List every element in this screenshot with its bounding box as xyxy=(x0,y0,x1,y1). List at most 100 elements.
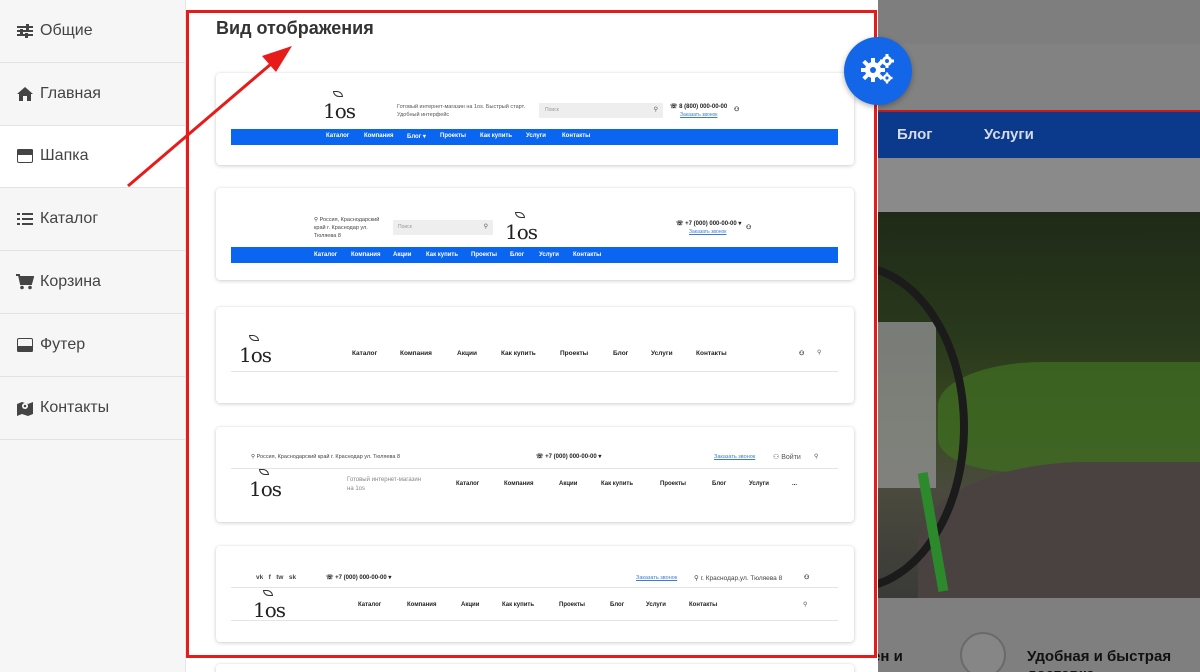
sidebar-item-label: Каталог xyxy=(40,210,99,228)
header-variant-2[interactable]: ⚲ Россия, Краснодарский край г. Краснода… xyxy=(216,188,854,280)
bg-nav-item: Услуги xyxy=(984,126,1034,143)
facebook-icon: f xyxy=(268,574,271,581)
nav-item: Компания xyxy=(351,252,381,258)
nav-item: Контакты xyxy=(696,350,727,357)
sidebar-item-label: Общие xyxy=(40,21,93,39)
nav-item: Как купить xyxy=(480,133,513,139)
nav-item: Контакты xyxy=(562,133,591,139)
nav-item: Проекты xyxy=(440,133,467,139)
phone: ☏ +7 (000) 000-00-00 ▾ xyxy=(536,454,602,460)
search-icon[interactable]: ⚲ xyxy=(803,601,807,608)
settings-toggle-button[interactable] xyxy=(844,37,912,105)
callback-link[interactable]: Заказать звонок xyxy=(636,575,677,581)
gears-icon xyxy=(861,53,895,89)
search-icon: ⚲ xyxy=(483,224,488,230)
sliders-icon xyxy=(16,22,34,40)
user-icon[interactable]: ⚇ xyxy=(804,574,809,581)
bg-searchbar xyxy=(878,44,1200,110)
login-link[interactable]: ⚇ Войти xyxy=(773,453,801,461)
bg-feature-text: Удобная и быстрая доставка xyxy=(1027,648,1172,672)
header-variant-3[interactable]: 1os Каталог Компания Акции Как купить Пр… xyxy=(216,307,854,403)
phone: ☏ 8 (800) 000-00-00 xyxy=(670,104,728,110)
phone: ☏ +7 (000) 000-00-00 ▾ xyxy=(676,221,742,227)
nav-item: Каталог xyxy=(358,602,382,608)
nav-item: Проекты xyxy=(471,252,498,258)
sidebar-item-label: Футер xyxy=(40,335,86,353)
nav-item: Компания xyxy=(504,481,534,487)
bg-features: ен и Удобная и быстрая доставка xyxy=(878,598,1200,672)
header-variant-5[interactable]: vk f tw sk ☏ +7 (000) 000-00-00 ▾ Заказа… xyxy=(216,546,854,642)
address: ⚲ г. Краснодар,ул. Тюляева 8 xyxy=(694,575,783,582)
sidebar-item-header[interactable]: Шапка xyxy=(0,125,185,189)
logo: 1os xyxy=(253,590,286,622)
twitter-icon: tw xyxy=(276,574,284,581)
callback-link[interactable]: Заказать звонок xyxy=(689,229,726,235)
location-icon: ⚲ xyxy=(694,575,699,582)
truck-icon xyxy=(960,632,1006,672)
bg-feature-partial-text: ен и xyxy=(878,648,903,665)
nav-item: Проекты xyxy=(559,602,586,608)
logo: 1os xyxy=(505,212,538,244)
search-input[interactable]: Поиск ⚲ xyxy=(539,103,663,118)
search-input[interactable]: Поиск ⚲ xyxy=(393,220,493,235)
nav-item: Блог xyxy=(610,602,625,608)
callback-link[interactable]: Заказать звонок xyxy=(714,454,755,460)
sidebar-item-label: Шапка xyxy=(40,147,89,165)
nav-item: Контакты xyxy=(689,602,718,608)
callback-link[interactable]: Заказать звонок xyxy=(680,112,717,118)
bg-hero-image xyxy=(878,212,1200,598)
search-icon[interactable]: ⚲ xyxy=(817,349,821,356)
sidebar-item-label: Контакты xyxy=(40,398,110,416)
sidebar-item-main[interactable]: Главная xyxy=(0,63,185,126)
address: ⚲ Россия, Краснодарский край г. Краснода… xyxy=(314,217,380,239)
nav-item: Блог xyxy=(613,350,629,357)
nav-item: Проекты xyxy=(560,350,589,357)
nav-item: Услуги xyxy=(539,252,559,258)
user-icon[interactable]: ⚇ xyxy=(734,106,739,113)
search-icon: ⚲ xyxy=(653,107,658,113)
nav-item: Акции xyxy=(457,350,477,357)
nav-item: Акции xyxy=(559,481,578,487)
sidebar-item-cart[interactable]: Корзина xyxy=(0,251,185,314)
nav-item: Каталог xyxy=(314,252,338,258)
background-website: Блог Услуги ен и Удобная и быстрая доста… xyxy=(878,0,1200,672)
sidebar-item-general[interactable]: Общие xyxy=(0,0,185,63)
nav-item: Контакты xyxy=(573,252,602,258)
nav-item: Услуги xyxy=(646,602,666,608)
header-variant-1[interactable]: 1os Готовый интернет-магазин на 1os. Быс… xyxy=(216,73,854,165)
nav-item: Каталог xyxy=(352,350,378,357)
social-icons: vk f tw sk xyxy=(256,574,296,581)
list-icon xyxy=(16,210,34,228)
nav-item: Как купить xyxy=(426,252,459,258)
user-icon[interactable]: ⚇ xyxy=(799,350,804,357)
nav-item: Блог ▾ xyxy=(407,134,426,140)
sidebar-item-catalog[interactable]: Каталог xyxy=(0,188,185,252)
nav-item: Блог xyxy=(510,252,525,258)
sidebar-item-footer[interactable]: Футер xyxy=(0,314,185,377)
nav-item: Услуги xyxy=(651,350,673,357)
skype-icon: sk xyxy=(288,574,297,581)
address: ⚲ Россия, Краснодарский край г. Краснода… xyxy=(251,454,401,460)
bg-nav-bar: Блог Услуги xyxy=(878,110,1200,158)
nav-item[interactable]: ... xyxy=(792,481,797,487)
bg-nav-item: Блог xyxy=(897,126,933,143)
header-variant-4[interactable]: ⚲ Россия, Краснодарский край г. Краснода… xyxy=(216,427,854,522)
nav-item: Акции xyxy=(461,602,480,608)
logo: 1os xyxy=(249,469,282,501)
nav-item: Компания xyxy=(407,602,437,608)
nav-item: Проекты xyxy=(660,481,687,487)
map-icon xyxy=(16,399,34,417)
sidebar-item-contacts[interactable]: Контакты xyxy=(0,377,185,440)
user-icon[interactable]: ⚇ xyxy=(746,224,751,231)
page-title: Вид отображения xyxy=(216,18,374,38)
footer-icon xyxy=(16,336,34,354)
tagline: Готовый интернет-магазин на 1os. Быстрый… xyxy=(397,104,526,118)
nav-item: Блог xyxy=(712,481,727,487)
nav-item: Услуги xyxy=(526,133,546,139)
header-layout-panel: Вид отображения 1os Готовый интернет-маг… xyxy=(186,0,878,672)
nav-item: Каталог xyxy=(326,133,350,139)
nav-item: Как купить xyxy=(502,602,535,608)
header-variant-6[interactable] xyxy=(216,664,854,672)
search-icon[interactable]: ⚲ xyxy=(814,453,818,460)
header-icon xyxy=(16,147,34,165)
